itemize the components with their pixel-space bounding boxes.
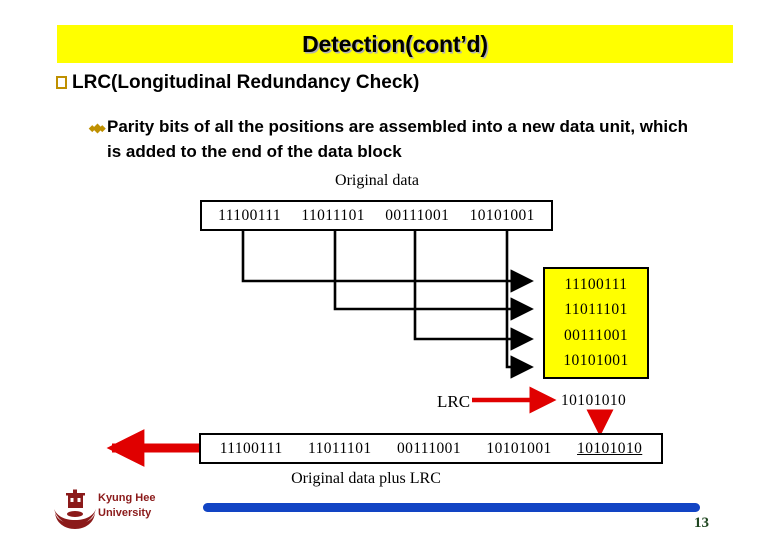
kyung-hee-university-logo-icon — [54, 489, 96, 529]
original-data-value: 10101001 — [469, 206, 535, 224]
stacked-data-value: 10101001 — [563, 352, 629, 370]
result-data-value: 11100111 — [219, 439, 283, 457]
bullet-item-lrc-label: LRC(Longitudinal Redundancy Check) — [72, 72, 420, 93]
lrc-label: LRC — [437, 392, 471, 411]
original-data-value: 11100111 — [218, 206, 282, 224]
original-data-plus-lrc-box: 11100111 11011101 00111001 10101001 1010… — [199, 433, 663, 464]
stacked-data-value: 11100111 — [564, 275, 628, 293]
stacked-data-units-box: 11100111 11011101 00111001 10101001 — [543, 267, 649, 379]
slide-canvas: Detection(cont’d) LRC(Longitudinal Redun… — [0, 0, 780, 540]
result-lrc-value: 10101010 — [577, 439, 643, 457]
footer-university-line-2: University — [98, 507, 152, 519]
page-number: 13 — [694, 515, 709, 531]
hollow-square-bullet-icon — [56, 76, 67, 89]
diamond-cluster-bullet-icon — [89, 120, 106, 136]
original-data-label: Original data — [335, 172, 419, 189]
original-data-plus-lrc-label: Original data plus LRC — [291, 470, 441, 487]
page-title: Detection(cont’d) — [302, 30, 488, 57]
result-data-value: 10101001 — [486, 439, 552, 457]
result-data-value: 00111001 — [396, 439, 461, 457]
footer-university-line-1: Kyung Hee — [98, 492, 156, 504]
stacked-data-value: 00111001 — [563, 326, 629, 344]
original-data-value: 00111001 — [385, 206, 450, 224]
original-data-box: 11100111 11011101 00111001 10101001 — [200, 200, 553, 231]
slide-title-bar: Detection(cont’d) — [57, 25, 733, 63]
footer-divider-bar — [203, 503, 700, 512]
original-data-value: 11011101 — [301, 206, 365, 224]
lrc-value: 10101010 — [561, 392, 627, 409]
bullet-item-parity-label: Parity bits of all the positions are ass… — [107, 117, 688, 161]
stacked-data-value: 11011101 — [564, 301, 628, 319]
bullet-item-lrc: LRC(Longitudinal Redundancy Check) — [56, 70, 419, 96]
footer-university-name: Kyung Hee University — [98, 491, 155, 521]
bullet-item-parity: Parity bits of all the positions are ass… — [89, 114, 705, 164]
result-data-value: 11011101 — [308, 439, 372, 457]
